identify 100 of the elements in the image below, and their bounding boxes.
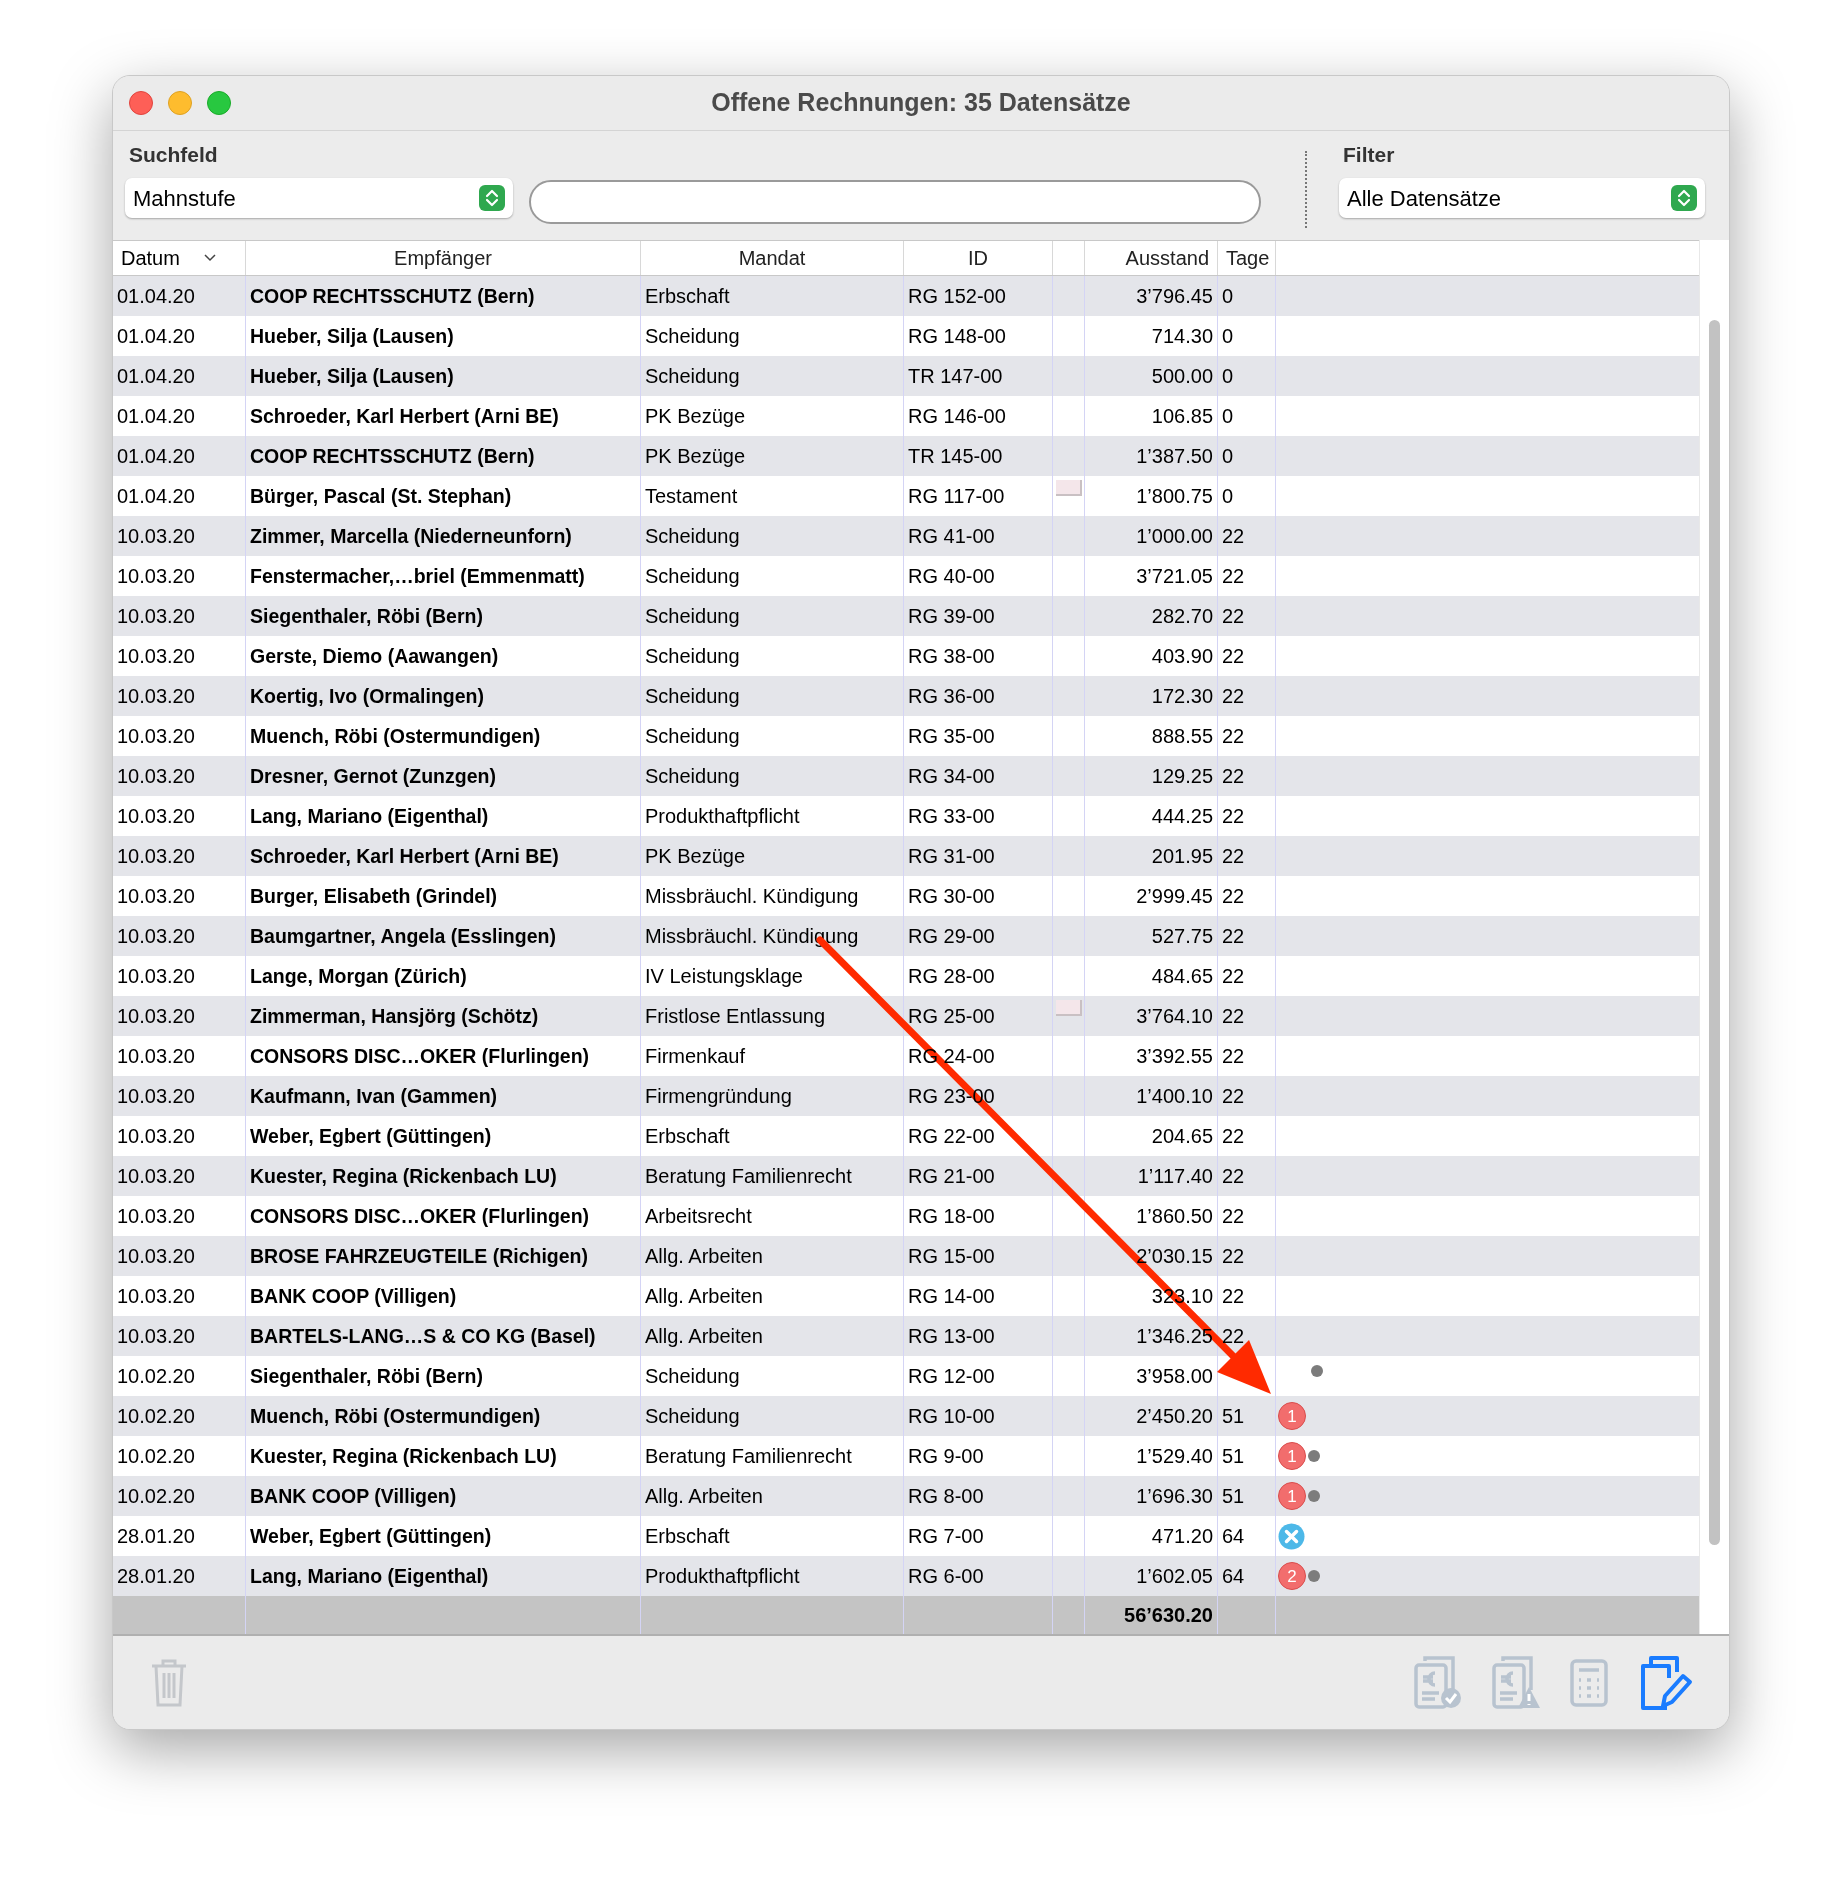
table-cell-text: 201.95 — [1151, 844, 1213, 870]
table-cell-text: 22 — [1222, 604, 1245, 630]
table-cell-text: 2’450.20 — [1136, 1404, 1213, 1430]
table-cell-text: 484.65 — [1151, 964, 1213, 990]
stepper-icon — [1671, 185, 1697, 212]
table-cell-text: TR 147-00 — [908, 364, 1003, 390]
table-cell-text: 172.30 — [1151, 684, 1213, 710]
table-cell-text: RG 38-00 — [908, 644, 995, 670]
table-cell-text: 0 — [1222, 324, 1234, 350]
sort-chevron-icon — [203, 254, 216, 263]
table-cell-text: RG 33-00 — [908, 804, 995, 830]
table-cell-text: 22 — [1222, 1204, 1245, 1230]
table-cell-text: 471.20 — [1151, 1524, 1213, 1550]
table-cell-text: RG 18-00 — [908, 1204, 995, 1230]
column-header[interactable]: Mandat — [641, 241, 904, 276]
table-cell-text: 22 — [1222, 924, 1245, 950]
table-cell-text: 282.70 — [1151, 604, 1213, 630]
table-cell-text: 714.30 — [1151, 324, 1213, 350]
table-cell-text: 0 — [1222, 484, 1234, 510]
table-cell-text: RG 7-00 — [908, 1524, 984, 1550]
table-cell-text: 1’400.10 — [1136, 1084, 1213, 1110]
table-cell-text: 22 — [1222, 884, 1245, 910]
filter-label: Filter — [1342, 141, 1396, 168]
table-cell-text: 22 — [1222, 964, 1245, 990]
minimize-button[interactable] — [168, 90, 192, 115]
table-cell-text: 2’999.45 — [1136, 884, 1213, 910]
table-cell-text: RG 34-00 — [908, 764, 995, 790]
table-cell-text: 129.25 — [1151, 764, 1213, 790]
table-cell-text: 51 — [1222, 1484, 1245, 1510]
table-cell-text: RG 148-00 — [908, 324, 1006, 350]
table-cell-text: 106.85 — [1151, 404, 1213, 430]
table-cell-text: 527.75 — [1151, 924, 1213, 950]
search-field-select[interactable]: Mahnstufe — [125, 178, 513, 219]
table-cell-text: RG 15-00 — [908, 1244, 995, 1270]
table-cell-text: 51 — [1222, 1444, 1245, 1470]
column-header[interactable]: Datum — [113, 241, 246, 276]
stepper-icon — [479, 185, 505, 212]
table-cell-text: RG 22-00 — [908, 1124, 995, 1150]
table-cell-text: 22 — [1222, 844, 1245, 870]
total-amount: 56’630.20 — [1124, 1603, 1213, 1629]
zoom-button[interactable] — [207, 90, 231, 115]
table-cell-text: 500.00 — [1151, 364, 1213, 390]
column-header[interactable]: ID — [904, 241, 1053, 276]
table-cell-text: 22 — [1222, 1324, 1245, 1350]
table-cell-text: 3’392.55 — [1136, 1044, 1213, 1070]
table-cell-text: RG 29-00 — [908, 924, 995, 950]
table-cell-text: 0 — [1222, 364, 1234, 390]
table-cell-text: 22 — [1222, 1244, 1245, 1270]
close-button[interactable] — [129, 90, 153, 115]
table-cell-text: 1’860.50 — [1136, 1204, 1213, 1230]
window-title: Offene Rechnungen: 35 Datensätze — [711, 87, 1131, 119]
table-cell-text: RG 10-00 — [908, 1404, 995, 1430]
table-cell-text: 403.90 — [1151, 644, 1213, 670]
scrollbar-thumb[interactable] — [1709, 320, 1720, 1546]
table-cell-text: 0 — [1222, 444, 1234, 470]
table-cell-text: RG 30-00 — [908, 884, 995, 910]
table-cell-text: 444.25 — [1151, 804, 1213, 830]
table-cell-text: RG 12-00 — [908, 1364, 995, 1390]
table-cell-text: RG 21-00 — [908, 1164, 995, 1190]
table-cell-text: RG 28-00 — [908, 964, 995, 990]
table-cell-text: 0 — [1222, 284, 1234, 310]
table-cell-text: RG 40-00 — [908, 564, 995, 590]
table-cell-text: RG 9-00 — [908, 1444, 984, 1470]
table-cell-text: 3’721.05 — [1136, 564, 1213, 590]
table-cell-text: 22 — [1222, 684, 1245, 710]
table-cell-text: RG 117-00 — [908, 484, 1005, 510]
table-cell-text: 22 — [1222, 764, 1245, 790]
column-header[interactable]: Empfänger — [246, 241, 641, 276]
table-cell-text: 22 — [1222, 1084, 1245, 1110]
table-cell-text: RG 6-00 — [908, 1564, 984, 1590]
table-cell-text: 22 — [1222, 804, 1245, 830]
table-cell-text: 22 — [1222, 1004, 1245, 1030]
reminder-badge: 1 — [1278, 1482, 1306, 1511]
reminder-badge: 1 — [1278, 1442, 1306, 1471]
table-cell-text: 2’030.15 — [1136, 1244, 1213, 1270]
table-cell-text: 1’117.40 — [1137, 1164, 1213, 1190]
table-cell-text: 1’387.50 — [1136, 444, 1213, 470]
table-cell-text: TR 145-00 — [908, 444, 1003, 470]
table-cell-text: 22 — [1222, 1164, 1245, 1190]
table-cell-text: 22 — [1222, 524, 1245, 550]
search-input[interactable] — [529, 180, 1261, 225]
table-cell-text: 1’800.75 — [1136, 484, 1213, 510]
table-cell-text: RG 31-00 — [908, 844, 995, 870]
table-cell-text: 22 — [1222, 564, 1245, 590]
table-cell-text: 204.65 — [1151, 1124, 1213, 1150]
table-cell-text: RG 14-00 — [908, 1284, 995, 1310]
table-cell-text: RG 39-00 — [908, 604, 995, 630]
table-cell-text: 3’796.45 — [1136, 284, 1213, 310]
filter-select[interactable]: Alle Datensätze — [1339, 178, 1705, 219]
search-label: Suchfeld — [128, 141, 219, 168]
reminder-badge: 2 — [1278, 1562, 1306, 1591]
reminder-badge: 1 — [1278, 1402, 1306, 1431]
table-cell-text: 888.55 — [1151, 724, 1213, 750]
column-header[interactable]: Ausstand — [1085, 241, 1218, 276]
table-cell-text: 1’346.25 — [1136, 1324, 1213, 1350]
table-cell-text: RG 8-00 — [908, 1484, 984, 1510]
table-cell-text: 1’000.00 — [1136, 524, 1213, 550]
column-header[interactable]: Tage — [1218, 241, 1276, 276]
table-cell-text: RG 35-00 — [908, 724, 995, 750]
table-cell-text: RG 146-00 — [908, 404, 1006, 430]
